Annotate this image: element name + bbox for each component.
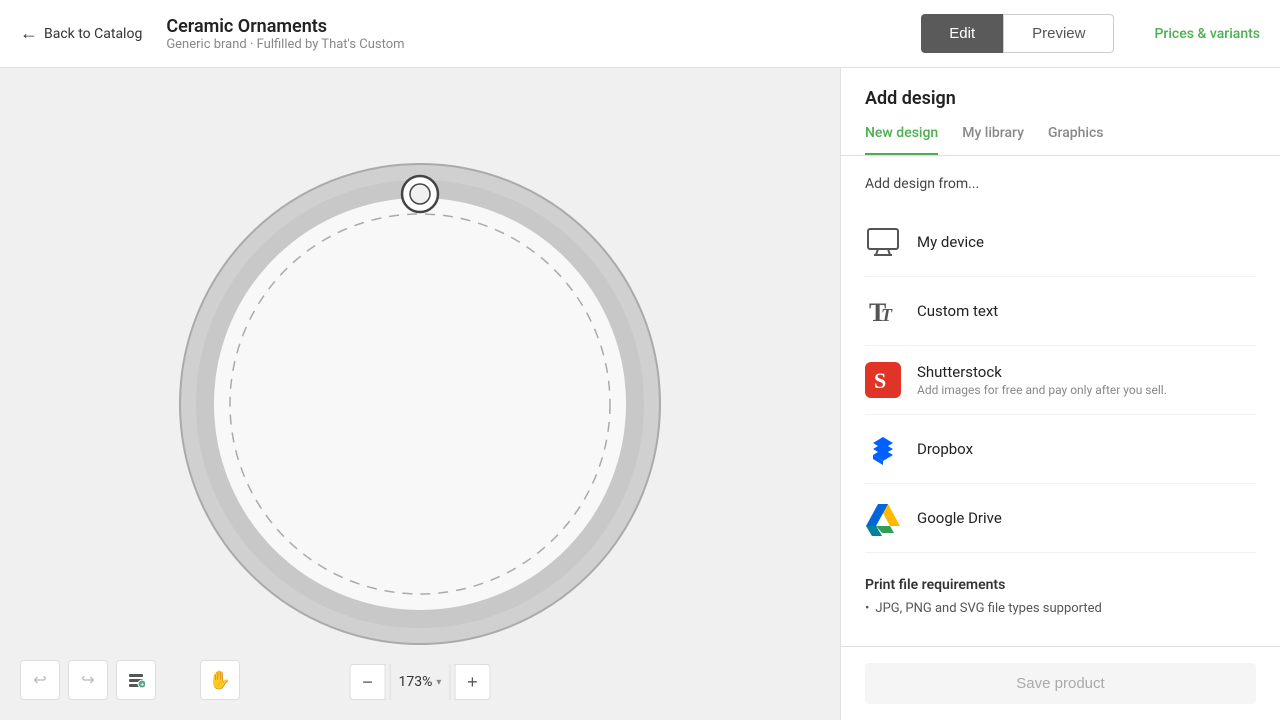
tab-my-library[interactable]: My library [962,125,1024,155]
header: ← Back to Catalog Ceramic Ornaments Gene… [0,0,1280,68]
add-from-label: Add design from... [865,176,1256,192]
canvas-area: ↩ ↪ + ✋ − 173% ▾ [0,68,840,720]
source-google-drive[interactable]: Google Drive [865,484,1256,553]
hand-tool-button[interactable]: ✋ [200,660,240,700]
product-info: Ceramic Ornaments Generic brand · Fulfil… [166,16,921,52]
header-tabs: Edit Preview [921,14,1114,53]
panel-tabs: New design My library Graphics [865,125,1256,155]
ornament-preview [160,134,680,654]
source-my-device-name: My device [917,233,1256,251]
dropbox-icon [865,431,901,467]
right-panel: Add design New design My library Graphic… [840,68,1280,720]
zoom-in-button[interactable]: + [454,664,490,700]
zoom-value: 173% [399,674,433,690]
save-product-button[interactable]: Save product [865,663,1256,704]
text-icon: T T [865,293,901,329]
google-drive-icon [865,500,901,536]
zoom-out-button[interactable]: − [350,664,386,700]
print-req-title: Print file requirements [865,577,1256,593]
print-req-text-1: JPG, PNG and SVG file types supported [875,601,1101,616]
svg-text:+: + [141,683,145,689]
layers-button[interactable]: + [116,660,156,700]
monitor-icon [865,224,901,260]
print-req-item-1: • JPG, PNG and SVG file types supported [865,601,1256,616]
source-custom-text-info: Custom text [917,302,1256,320]
source-dropbox[interactable]: Dropbox [865,415,1256,484]
print-requirements: Print file requirements • JPG, PNG and S… [865,577,1256,616]
bullet-icon: • [865,601,869,616]
zoom-dropdown-icon: ▾ [436,677,441,688]
source-shutterstock[interactable]: S Shutterstock Add images for free and p… [865,346,1256,415]
back-arrow-icon: ← [20,23,38,44]
bottom-toolbar-left: ↩ ↪ + [20,660,156,700]
tab-graphics[interactable]: Graphics [1048,125,1104,155]
main-content: ↩ ↪ + ✋ − 173% ▾ [0,68,1280,720]
source-my-device[interactable]: My device [865,208,1256,277]
svg-text:T: T [881,305,893,325]
source-shutterstock-info: Shutterstock Add images for free and pay… [917,363,1256,397]
source-dropbox-name: Dropbox [917,440,1256,458]
source-custom-text-name: Custom text [917,302,1256,320]
panel-title: Add design [865,88,1256,109]
redo-button[interactable]: ↪ [68,660,108,700]
undo-button[interactable]: ↩ [20,660,60,700]
edit-tab[interactable]: Edit [921,14,1003,53]
back-label: Back to Catalog [44,26,142,42]
svg-text:S: S [874,368,886,393]
source-shutterstock-name: Shutterstock [917,363,1256,381]
source-custom-text[interactable]: T T Custom text [865,277,1256,346]
zoom-display[interactable]: 173% ▾ [390,664,451,700]
product-subtitle: Generic brand · Fulfilled by That's Cust… [166,37,921,52]
source-my-device-info: My device [917,233,1256,251]
panel-header: Add design New design My library Graphic… [841,68,1280,156]
hand-tool-container: ✋ [200,660,240,700]
back-to-catalog-link[interactable]: ← Back to Catalog [20,23,142,44]
source-shutterstock-desc: Add images for free and pay only after y… [917,383,1256,397]
preview-tab[interactable]: Preview [1003,14,1114,53]
shutterstock-icon: S [865,362,901,398]
prices-variants-link[interactable]: Prices & variants [1154,26,1260,42]
zoom-controls: − 173% ▾ + [350,664,491,700]
source-google-drive-info: Google Drive [917,509,1256,527]
panel-body: Add design from... My device [841,156,1280,646]
panel-footer: Save product [841,646,1280,720]
source-google-drive-name: Google Drive [917,509,1256,527]
source-dropbox-info: Dropbox [917,440,1256,458]
product-title: Ceramic Ornaments [166,16,921,37]
tab-new-design[interactable]: New design [865,125,938,155]
